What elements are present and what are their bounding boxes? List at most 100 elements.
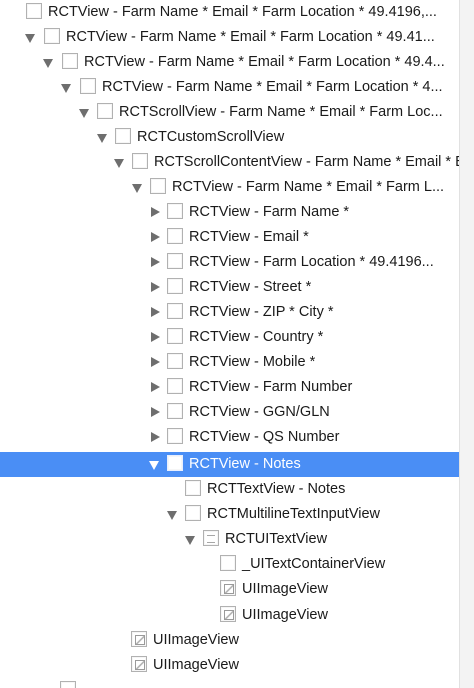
disclosure-triangle-collapsed-icon[interactable] [151, 407, 160, 417]
tree-row-label: RCTView - Farm Name * Email * Farm L... [172, 179, 445, 195]
image-view-icon [220, 580, 236, 596]
tree-row-rctcustomscrollview[interactable]: RCTCustomScrollView [0, 125, 459, 150]
view-icon [167, 303, 183, 319]
disclosure-triangle-expanded-icon[interactable] [79, 109, 89, 118]
disclosure-triangle-expanded-icon[interactable] [43, 59, 53, 68]
disclosure-triangle-expanded-icon[interactable] [97, 134, 107, 143]
tree-row-label: RCTView - Farm Name * Email * Farm Locat… [48, 4, 437, 20]
tree-row-farm-location[interactable]: RCTView - Farm Location * 49.4196... [0, 250, 459, 275]
view-icon [60, 681, 76, 688]
tree-row-label: RCTView - Farm Name * Email * Farm Locat… [66, 29, 435, 45]
view-icon [115, 128, 131, 144]
image-view-icon [131, 656, 147, 672]
view-icon [26, 3, 42, 19]
view-icon [167, 455, 183, 471]
tree-row-label: _UITextContainerView [242, 556, 386, 572]
view-icon [167, 353, 183, 369]
tree-row-label: RCTView - QS Number [189, 429, 340, 445]
tree-row-label: RCTView - Mobile * [189, 354, 316, 370]
tree-row-zip-city[interactable]: RCTView - ZIP * City * [0, 300, 459, 325]
tree-row-rctview-level1[interactable]: RCTView - Farm Name * Email * Farm Locat… [0, 25, 459, 50]
tree-row-uiimageview[interactable]: UIImageView [0, 603, 459, 628]
disclosure-triangle-collapsed-icon[interactable] [151, 307, 160, 317]
view-icon [220, 555, 236, 571]
tree-row-label: RCTView - Country * [189, 329, 324, 345]
tree-row-rctview-root[interactable]: RCTView - Farm Name * Email * Farm Locat… [0, 0, 459, 25]
disclosure-triangle-collapsed-icon[interactable] [151, 207, 160, 217]
view-icon [167, 228, 183, 244]
tree-row-rctview-level2[interactable]: RCTView - Farm Name * Email * Farm Locat… [0, 50, 459, 75]
view-icon [150, 178, 166, 194]
view-hierarchy-outline[interactable]: RCTView - Farm Name * Email * Farm Locat… [0, 0, 459, 688]
tree-row-label: UIImageView [242, 607, 328, 623]
tree-row-label: RCTScrollView - Farm Name * Email * Farm… [119, 104, 443, 120]
tree-row-rctview-level3[interactable]: RCTView - Farm Name * Email * Farm Locat… [0, 75, 459, 100]
tree-row-label: UIImageView [153, 657, 239, 673]
disclosure-triangle-collapsed-icon[interactable] [151, 382, 160, 392]
disclosure-triangle-expanded-icon[interactable] [167, 511, 177, 520]
tree-row-notes-selected[interactable]: RCTView - Notes [0, 452, 459, 477]
view-icon [132, 153, 148, 169]
tree-row-label: RCTView - Notes [189, 456, 301, 472]
tree-row-label: RCTView - ZIP * City * [189, 304, 334, 320]
tree-row-mobile[interactable]: RCTView - Mobile * [0, 350, 459, 375]
text-view-icon [203, 530, 219, 546]
tree-row-rctview-form[interactable]: RCTView - Farm Name * Email * Farm L... [0, 175, 459, 200]
tree-row-country[interactable]: RCTView - Country * [0, 325, 459, 350]
tree-row-label: RCTScrollContentView - Farm Name * Email… [154, 154, 459, 170]
tree-row-uiimageview[interactable]: UIImageView [0, 577, 459, 602]
tree-row-partially-visible[interactable] [0, 680, 459, 688]
tree-row-uiimageview[interactable]: UIImageView [0, 653, 459, 678]
tree-row-ggn-gln[interactable]: RCTView - GGN/GLN [0, 400, 459, 425]
tree-row-text-container-view[interactable]: _UITextContainerView [0, 552, 459, 577]
disclosure-triangle-collapsed-icon[interactable] [151, 257, 160, 267]
disclosure-triangle-collapsed-icon[interactable] [151, 432, 160, 442]
tree-row-farm-number[interactable]: RCTView - Farm Number [0, 375, 459, 400]
tree-row-label: RCTView - Farm Location * 49.4196... [189, 254, 434, 270]
tree-row-rctscrollcontentview[interactable]: RCTScrollContentView - Farm Name * Email… [0, 150, 459, 175]
tree-row-farm-name[interactable]: RCTView - Farm Name * [0, 200, 459, 225]
view-icon [167, 278, 183, 294]
tree-row-label: RCTCustomScrollView [137, 129, 285, 145]
view-icon [167, 428, 183, 444]
tree-row-label: UIImageView [242, 581, 328, 597]
tree-row-label: RCTView - Street * [189, 279, 312, 295]
disclosure-triangle-expanded-icon[interactable] [132, 184, 142, 193]
vertical-scrollbar[interactable] [459, 0, 474, 688]
image-view-icon [220, 606, 236, 622]
tree-row-rctscrollview[interactable]: RCTScrollView - Farm Name * Email * Farm… [0, 100, 459, 125]
tree-row-email[interactable]: RCTView - Email * [0, 225, 459, 250]
tree-row-label: RCTView - Farm Name * Email * Farm Locat… [84, 54, 445, 70]
view-icon [44, 28, 60, 44]
view-icon [167, 253, 183, 269]
tree-row-label: RCTMultilineTextInputView [207, 506, 380, 522]
tree-row-rctuitextview[interactable]: RCTUITextView [0, 527, 459, 552]
tree-row-rcttextview-notes[interactable]: RCTTextView - Notes [0, 477, 459, 502]
view-icon [185, 505, 201, 521]
tree-row-label: RCTUITextView [225, 531, 328, 547]
disclosure-triangle-expanded-icon[interactable] [25, 34, 35, 43]
disclosure-triangle-collapsed-icon[interactable] [151, 332, 160, 342]
tree-row-label: UIImageView [153, 632, 239, 648]
tree-row-street[interactable]: RCTView - Street * [0, 275, 459, 300]
tree-row-uiimageview[interactable]: UIImageView [0, 628, 459, 653]
disclosure-triangle-expanded-icon[interactable] [61, 84, 71, 93]
view-icon [97, 103, 113, 119]
tree-row-label: RCTView - Farm Number [189, 379, 353, 395]
disclosure-triangle-expanded-icon[interactable] [114, 159, 124, 168]
tree-row-multiline-text-input[interactable]: RCTMultilineTextInputView [0, 502, 459, 527]
tree-row-label: RCTView - Email * [189, 229, 309, 245]
disclosure-triangle-collapsed-icon[interactable] [151, 282, 160, 292]
tree-row-qs-number[interactable]: RCTView - QS Number [0, 425, 459, 450]
view-icon [62, 53, 78, 69]
tree-row-label: RCTView - Farm Name * [189, 204, 350, 220]
tree-row-label: RCTView - Farm Name * Email * Farm Locat… [102, 79, 443, 95]
disclosure-triangle-expanded-icon[interactable] [149, 461, 159, 470]
disclosure-triangle-collapsed-icon[interactable] [151, 357, 160, 367]
disclosure-triangle-collapsed-icon[interactable] [151, 232, 160, 242]
view-icon [167, 203, 183, 219]
disclosure-triangle-expanded-icon[interactable] [185, 536, 195, 545]
view-icon [167, 403, 183, 419]
view-icon [80, 78, 96, 94]
tree-row-label: RCTTextView - Notes [207, 481, 346, 497]
